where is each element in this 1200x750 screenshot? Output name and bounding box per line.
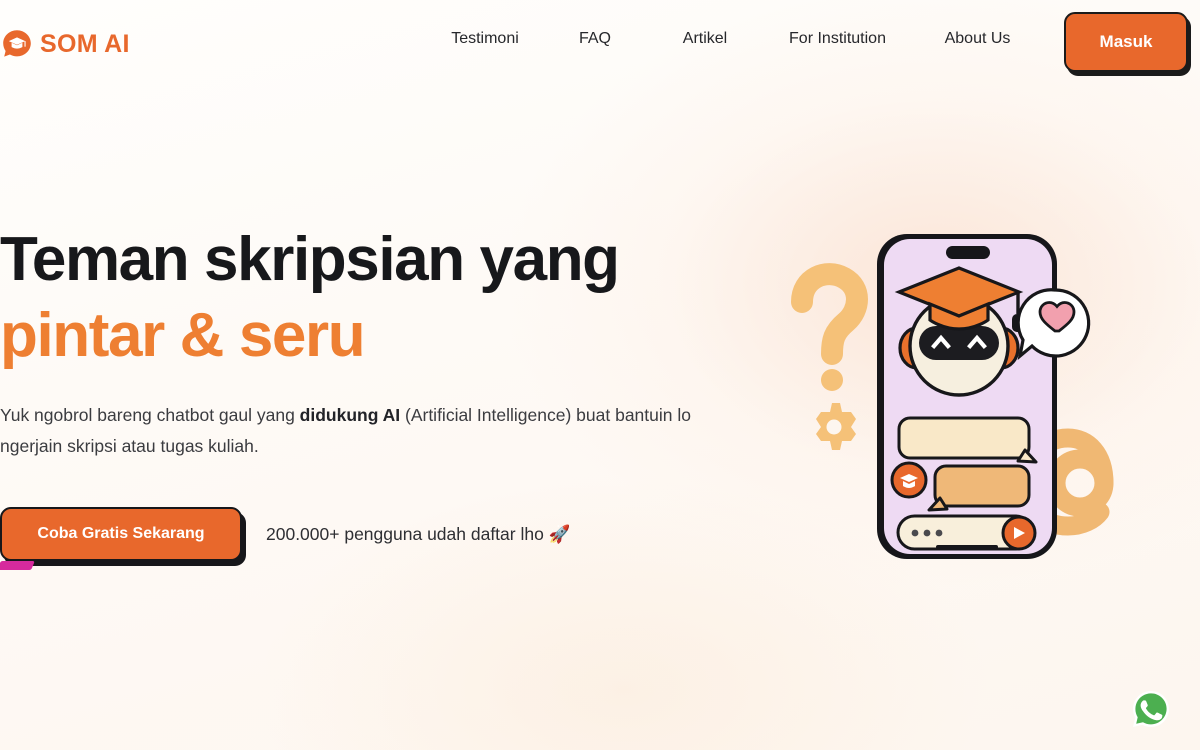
landing-page: SOM AI Testimoni FAQ Artikel For Institu… <box>0 0 1200 750</box>
headline-underline-accent <box>0 561 35 570</box>
nav-item-about-us[interactable]: About Us <box>915 30 1040 48</box>
chatbot-phone-illustration <box>788 228 1138 573</box>
subcopy-part1: Yuk ngobrol bareng chatbot gaul yang <box>0 405 300 425</box>
subcopy-bold: didukung AI <box>299 405 401 425</box>
brand-logo[interactable]: SOM AI <box>2 29 130 59</box>
cta-try-free-button[interactable]: Coba Gratis Sekarang <box>0 507 242 561</box>
hero-subcopy: Yuk ngobrol bareng chatbot gaul yang did… <box>0 400 715 462</box>
gear-icon <box>816 403 856 450</box>
input-dot-3 <box>935 529 943 537</box>
site-header: SOM AI Testimoni FAQ Artikel For Institu… <box>0 0 1200 88</box>
heart-speech-bubble <box>1016 288 1091 361</box>
question-mark-dot <box>821 369 843 391</box>
phone-dynamic-island <box>946 246 990 259</box>
phone-home-indicator <box>936 545 998 549</box>
login-button[interactable]: Masuk <box>1064 12 1188 72</box>
chat-input-bar <box>896 514 1037 551</box>
input-dot-1 <box>911 529 919 537</box>
whatsapp-icon <box>1133 691 1169 727</box>
nav-item-faq[interactable]: FAQ <box>540 30 650 48</box>
hero-headline-line2-wrapper: pintar & seru <box>0 298 730 570</box>
main-navigation: Testimoni FAQ Artikel For Institution Ab… <box>430 30 1040 48</box>
question-mark-icon <box>791 263 868 365</box>
hero-headline-line1: Teman skripsian yang <box>0 225 620 294</box>
hero-headline-line2: pintar & seru <box>0 301 366 370</box>
whatsapp-button[interactable] <box>1131 689 1171 729</box>
robot-visor <box>919 326 999 360</box>
nav-item-artikel[interactable]: Artikel <box>650 30 760 48</box>
hero-section: Teman skripsian yang pintar & seru Yuk n… <box>0 222 730 570</box>
chat-bubble-outgoing <box>897 416 1038 464</box>
input-dot-2 <box>923 529 931 537</box>
nav-item-testimoni[interactable]: Testimoni <box>430 30 540 48</box>
brand-name: SOM AI <box>40 29 130 58</box>
hero-cta-row: Coba Gratis Sekarang 200.000+ pengguna u… <box>0 507 730 561</box>
nav-item-for-institution[interactable]: For Institution <box>760 30 915 48</box>
social-proof-text: 200.000+ pengguna udah daftar lho 🚀 <box>266 523 571 544</box>
graduation-cap-bubble-logo-icon <box>2 29 32 59</box>
